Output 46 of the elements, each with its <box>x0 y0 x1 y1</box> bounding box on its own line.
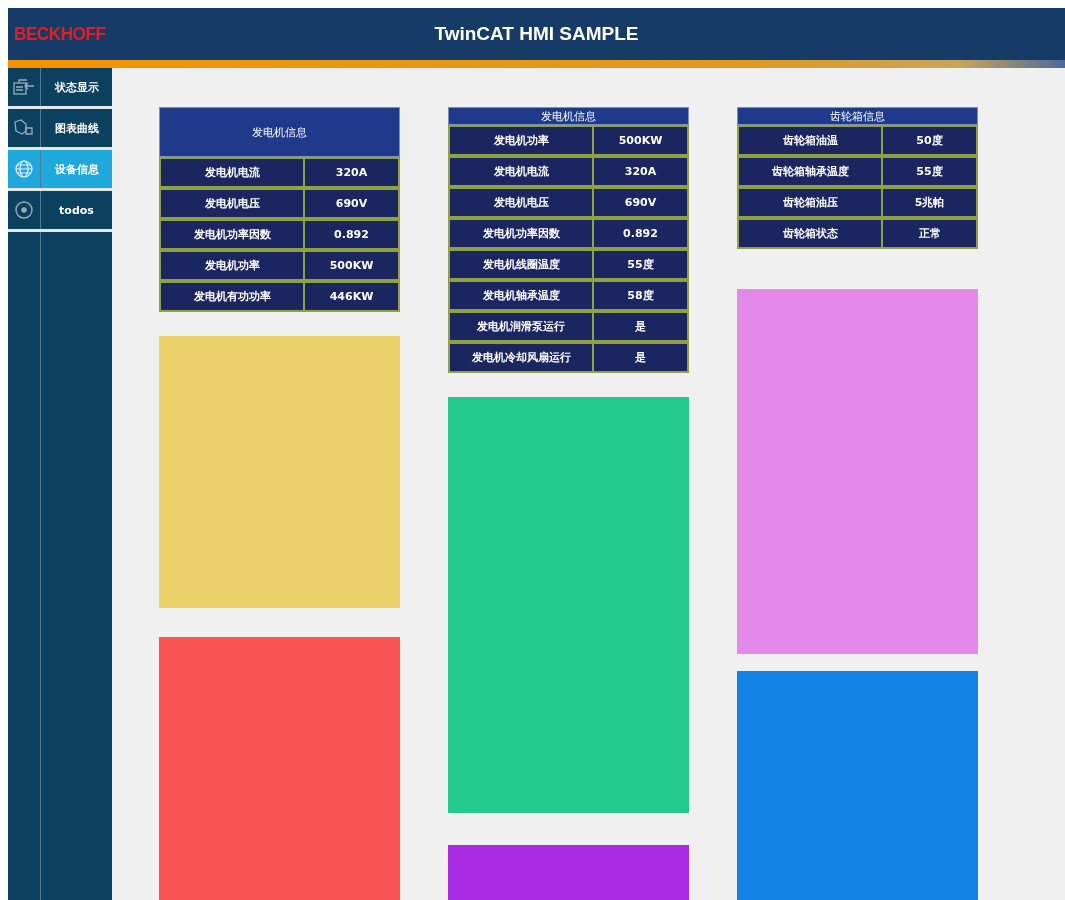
table-cell: 发电机有功功率 <box>159 281 305 312</box>
table-cell: 500KW <box>303 250 400 281</box>
table-cell: 发电机电流 <box>159 157 305 188</box>
sidebar-item[interactable]: todos <box>8 191 112 232</box>
table-cell: 发电机功率 <box>448 125 594 156</box>
table-cell: 齿轮箱油压 <box>737 187 883 218</box>
table-cell: 320A <box>592 156 689 187</box>
table-cell: 690V <box>303 188 400 219</box>
table-cell: 发电机功率因数 <box>159 219 305 250</box>
sidebar-item[interactable]: 状态显示 <box>8 68 112 109</box>
table-cell: 发电机电流 <box>448 156 594 187</box>
table-cell: 55度 <box>881 156 978 187</box>
table-cell: 发电机线圈温度 <box>448 249 594 280</box>
table-cell: 发电机功率 <box>159 250 305 281</box>
table-cell: 58度 <box>592 280 689 311</box>
table-cell: 发电机电压 <box>159 188 305 219</box>
table-cell: 50度 <box>881 125 978 156</box>
globe-icon <box>14 159 34 179</box>
table-cell: 320A <box>303 157 400 188</box>
table-header: 发电机信息 <box>448 107 689 125</box>
app-title: TwinCAT HMI SAMPLE <box>434 23 639 44</box>
sidebar-item[interactable]: 图表曲线 <box>8 109 112 150</box>
table-cell: 发电机功率因数 <box>448 218 594 249</box>
table-cell: 0.892 <box>592 218 689 249</box>
table-cell: 正常 <box>881 218 978 249</box>
table-cell: 发电机冷却风扇运行 <box>448 342 594 373</box>
table-cell: 5兆帕 <box>881 187 978 218</box>
table-cell: 446KW <box>303 281 400 312</box>
table-cell: 55度 <box>592 249 689 280</box>
table-cell: 500KW <box>592 125 689 156</box>
shapes-icon <box>13 119 35 137</box>
table-header: 发电机信息 <box>159 107 400 157</box>
circle-icon <box>14 200 34 220</box>
table-cell: 发电机电压 <box>448 187 594 218</box>
table-cell: 发电机轴承温度 <box>448 280 594 311</box>
table-cell: 是 <box>592 342 689 373</box>
menu-arrow-icon <box>13 78 35 96</box>
table-cell: 齿轮箱轴承温度 <box>737 156 883 187</box>
table-cell: 齿轮箱状态 <box>737 218 883 249</box>
logo: BECKHOFF <box>14 23 106 45</box>
table-header: 齿轮箱信息 <box>737 107 978 125</box>
table-cell: 690V <box>592 187 689 218</box>
table-cell: 是 <box>592 311 689 342</box>
table-cell: 发电机润滑泵运行 <box>448 311 594 342</box>
table-cell: 0.892 <box>303 219 400 250</box>
table-cell: 齿轮箱油温 <box>737 125 883 156</box>
